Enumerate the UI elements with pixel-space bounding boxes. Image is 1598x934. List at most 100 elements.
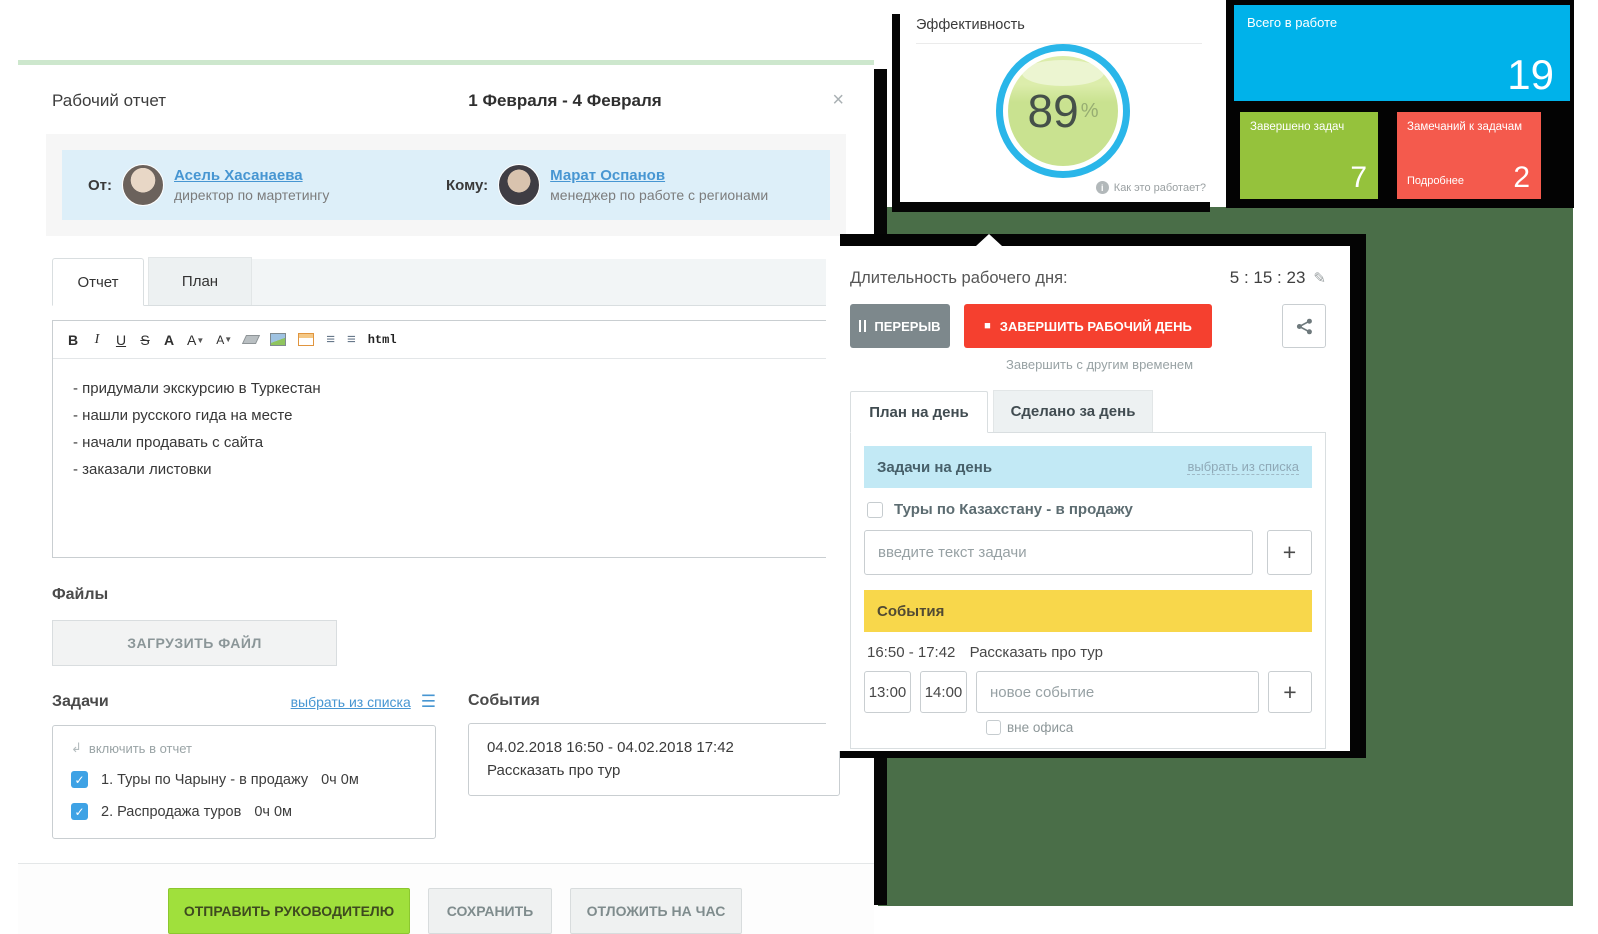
insert-image-icon[interactable] bbox=[270, 333, 286, 346]
new-task-input[interactable] bbox=[864, 530, 1253, 575]
task-time: 0ч 0м bbox=[254, 804, 292, 820]
tile-label: Всего в работе bbox=[1234, 5, 1570, 30]
finish-other-time-link[interactable]: Завершить с другим временем bbox=[1006, 357, 1326, 372]
html-mode-button[interactable]: html bbox=[368, 333, 397, 347]
task-checkbox-checked[interactable]: ✓ bbox=[71, 771, 88, 788]
include-arrow-icon: ↲ bbox=[71, 740, 82, 756]
editor-toolbar: B I U S A A▼ A▼ ≡ ≡ html bbox=[53, 321, 839, 359]
task-label: 2. Распродажа туров bbox=[101, 804, 241, 820]
duration-timer: 5 : 15 : 23 bbox=[1230, 268, 1306, 288]
share-button[interactable] bbox=[1282, 304, 1326, 348]
postpone-hour-button[interactable]: ОТЛОЖИТЬ НА ЧАС bbox=[570, 888, 742, 934]
font-size-icon[interactable]: A▼ bbox=[187, 332, 204, 348]
efficiency-gauge: 89 % bbox=[996, 44, 1130, 178]
share-icon bbox=[1296, 318, 1313, 335]
tab-plan[interactable]: План bbox=[148, 257, 252, 305]
edit-time-icon[interactable]: ✎ bbox=[1313, 269, 1326, 287]
task-checkbox-checked[interactable]: ✓ bbox=[71, 803, 88, 820]
task-time: 0ч 0м bbox=[321, 772, 359, 788]
efficiency-card: Эффективность 89 % i Как это работает? bbox=[900, 4, 1218, 202]
out-of-office-label: вне офиса bbox=[1007, 720, 1073, 735]
tab-done-for-day[interactable]: Сделано за день bbox=[993, 390, 1153, 432]
italic-icon[interactable]: I bbox=[91, 332, 103, 348]
sender-name-link[interactable]: Асель Хасанаева bbox=[174, 167, 329, 184]
from-to-block: От: Асель Хасанаева директор по мартетин… bbox=[46, 134, 846, 236]
finish-workday-button[interactable]: ■ ЗАВЕРШИТЬ РАБОЧИЙ ДЕНЬ bbox=[964, 304, 1212, 348]
efficiency-value: 89 bbox=[1028, 84, 1079, 138]
recipient-role: менеджер по работе с регионами bbox=[550, 187, 768, 203]
report-date-range: 1 Февраля - 4 Февраля bbox=[312, 91, 818, 111]
report-title: Рабочий отчет bbox=[52, 91, 312, 111]
event-end-time-input[interactable] bbox=[920, 671, 967, 713]
report-line: - заказали листовки bbox=[73, 456, 819, 483]
event-datetime: 04.02.2018 16:50 - 04.02.2018 17:42 bbox=[487, 736, 821, 759]
save-button[interactable]: СОХРАНИТЬ bbox=[428, 888, 552, 934]
report-line: - начали продавать с сайта bbox=[73, 429, 819, 456]
report-header: Рабочий отчет 1 Февраля - 4 Февраля × bbox=[18, 65, 874, 128]
files-heading: Файлы bbox=[52, 586, 840, 604]
day-plan-box: Задачи на день выбрать из списка Туры по… bbox=[850, 432, 1326, 749]
efficiency-percent-sign: % bbox=[1081, 100, 1099, 123]
details-link[interactable]: Подробнее bbox=[1407, 175, 1464, 187]
task-row: ✓ 2. Распродажа туров 0ч 0м bbox=[71, 803, 417, 820]
add-task-button[interactable]: + bbox=[1267, 530, 1312, 575]
day-event-title: Рассказать про тур bbox=[970, 644, 1103, 661]
report-text-area[interactable]: - придумали экскурсию в Туркестан - нашл… bbox=[53, 359, 839, 557]
day-tasks-heading: Задачи на день bbox=[877, 459, 992, 476]
report-line: - нашли русского гида на месте bbox=[73, 402, 819, 429]
to-label: Кому: bbox=[446, 177, 488, 194]
day-task-label: Туры по Казахстану - в продажу bbox=[894, 501, 1133, 518]
tasks-heading: Задачи bbox=[52, 693, 291, 711]
out-of-office-checkbox[interactable] bbox=[986, 720, 1001, 735]
tabs-filler bbox=[252, 259, 840, 305]
day-task-checkbox[interactable] bbox=[867, 502, 883, 518]
report-tabs: Отчет План bbox=[52, 258, 840, 306]
tab-plan-for-day[interactable]: План на день bbox=[850, 391, 988, 433]
insert-table-icon[interactable] bbox=[298, 333, 314, 346]
tile-value: 7 bbox=[1350, 161, 1367, 195]
sender-avatar[interactable] bbox=[122, 164, 164, 206]
task-row: ✓ 1. Туры по Чарыну - в продажу 0ч 0м bbox=[71, 771, 417, 788]
event-item[interactable]: 04.02.2018 16:50 - 04.02.2018 17:42 Расс… bbox=[468, 723, 840, 796]
report-line: - придумали экскурсию в Туркестан bbox=[73, 375, 819, 402]
clear-format-icon[interactable] bbox=[242, 335, 260, 344]
underline-icon[interactable]: U bbox=[115, 332, 127, 348]
new-event-input[interactable] bbox=[976, 671, 1259, 713]
sender-role: директор по мартетингу bbox=[174, 187, 329, 203]
report-editor: B I U S A A▼ A▼ ≡ ≡ html - придумали экс… bbox=[52, 320, 840, 558]
recipient-avatar[interactable] bbox=[498, 164, 540, 206]
font-family-icon[interactable]: A bbox=[163, 332, 175, 348]
recipient-name-link[interactable]: Марат Оспанов bbox=[550, 167, 768, 184]
bullet-list-icon[interactable]: ≡ bbox=[347, 331, 356, 348]
add-event-button[interactable]: + bbox=[1268, 671, 1312, 713]
tile-tasks-done[interactable]: Завершено задач 7 bbox=[1240, 112, 1378, 199]
day-tasks-choose-link[interactable]: выбрать из списка bbox=[1187, 459, 1299, 475]
close-icon[interactable]: × bbox=[818, 89, 844, 112]
event-start-time-input[interactable] bbox=[864, 671, 911, 713]
font-color-icon[interactable]: A▼ bbox=[216, 333, 232, 347]
tasks-section: Задачи выбрать из списка ☰ ↲ включить в … bbox=[52, 692, 436, 839]
day-task-row: Туры по Казахстану - в продажу bbox=[867, 501, 1312, 518]
send-to-manager-button[interactable]: ОТПРАВИТЬ РУКОВОДИТЕЛЮ bbox=[168, 888, 410, 934]
tile-label: Замечаний к задачам bbox=[1397, 112, 1541, 133]
workday-popup: Длительность рабочего дня: 5 : 15 : 23 ✎… bbox=[826, 246, 1350, 751]
from-label: От: bbox=[88, 177, 112, 194]
tile-task-remarks[interactable]: Замечаний к задачам Подробнее 2 bbox=[1397, 112, 1541, 199]
info-icon: i bbox=[1096, 181, 1109, 194]
ordered-list-icon[interactable]: ≡ bbox=[326, 331, 335, 348]
upload-file-button[interactable]: ЗАГРУЗИТЬ ФАЙЛ bbox=[52, 620, 337, 666]
stop-icon: ■ bbox=[984, 321, 991, 332]
tile-value: 19 bbox=[1507, 51, 1554, 99]
menu-icon[interactable]: ☰ bbox=[421, 692, 436, 712]
break-button[interactable]: ПЕРЕРЫВ bbox=[850, 304, 950, 348]
day-events-heading: События bbox=[877, 603, 944, 620]
efficiency-title: Эффективность bbox=[916, 17, 1202, 44]
tasks-choose-from-list-link[interactable]: выбрать из списка bbox=[291, 694, 411, 710]
bold-icon[interactable]: B bbox=[67, 332, 79, 348]
task-label: 1. Туры по Чарыну - в продажу bbox=[101, 772, 308, 788]
how-it-works-link[interactable]: i Как это работает? bbox=[1096, 181, 1206, 194]
sender-block: От: Асель Хасанаева директор по мартетин… bbox=[88, 164, 446, 206]
strikethrough-icon[interactable]: S bbox=[139, 332, 151, 348]
tab-report[interactable]: Отчет bbox=[52, 258, 144, 306]
tile-total-in-progress[interactable]: Всего в работе 19 bbox=[1234, 5, 1570, 101]
